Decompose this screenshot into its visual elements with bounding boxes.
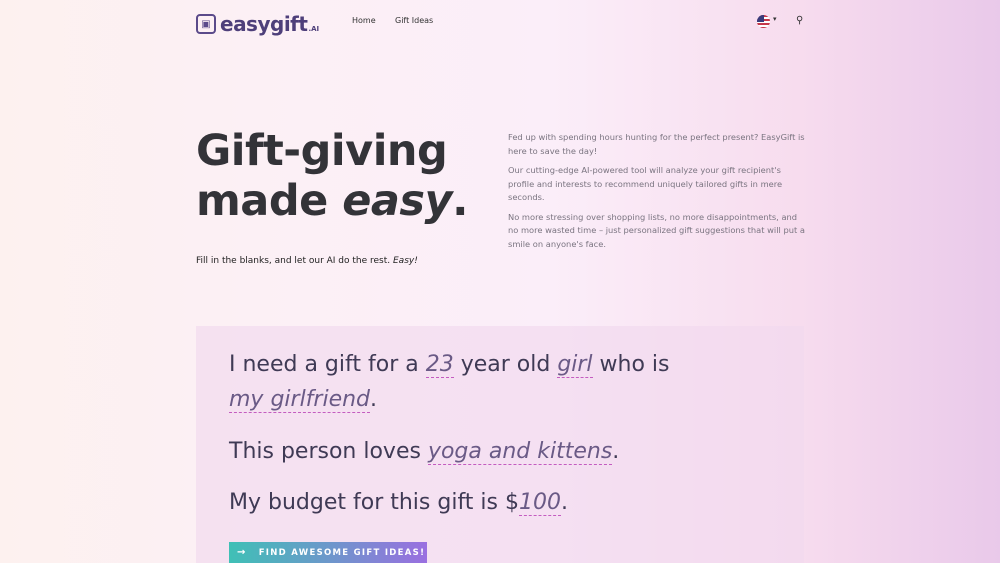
interests-field[interactable]: yoga and kittens: [427, 439, 613, 465]
description-paragraph: Fed up with spending hours hunting for t…: [508, 132, 805, 156]
gift-chip-icon: ▣: [196, 14, 216, 34]
age-field[interactable]: 23: [425, 352, 454, 378]
search-icon[interactable]: ⚲: [796, 15, 803, 26]
logo-suffix: .AI: [308, 24, 320, 33]
logo[interactable]: ▣ easygift .AI: [196, 12, 319, 36]
description-paragraph: Our cutting-edge AI-powered tool will an…: [508, 165, 783, 202]
nav-home[interactable]: Home: [352, 16, 376, 25]
sentence-2: This person loves yoga and kittens.: [229, 439, 620, 465]
description-paragraph: No more stressing over shopping lists, n…: [508, 211, 805, 249]
chevron-down-icon[interactable]: ▾: [773, 15, 777, 23]
arrow-right-icon: →: [237, 547, 247, 558]
cta-label: FIND AWESOME GIFT IDEAS!: [258, 547, 426, 558]
budget-field[interactable]: 100: [519, 490, 561, 516]
gender-field[interactable]: girl: [557, 352, 593, 378]
us-flag-icon[interactable]: [757, 15, 770, 28]
sentence-1: I need a gift for a 23 year old girl who…: [229, 352, 670, 378]
find-gift-ideas-button[interactable]: → FIND AWESOME GIFT IDEAS!: [229, 542, 427, 563]
tagline: Fill in the blanks, and let our AI do th…: [196, 256, 418, 266]
relation-field[interactable]: my girlfriend: [229, 387, 371, 413]
sentence-1-cont: my girlfriend.: [229, 387, 378, 413]
description: Fed up with spending hours hunting for t…: [508, 131, 808, 257]
nav-gift-ideas[interactable]: Gift Ideas: [395, 16, 433, 25]
sentence-3: My budget for this gift is $100.: [229, 490, 568, 516]
logo-text: easygift: [220, 12, 308, 36]
page-title: Gift-giving made easy.: [196, 126, 468, 226]
